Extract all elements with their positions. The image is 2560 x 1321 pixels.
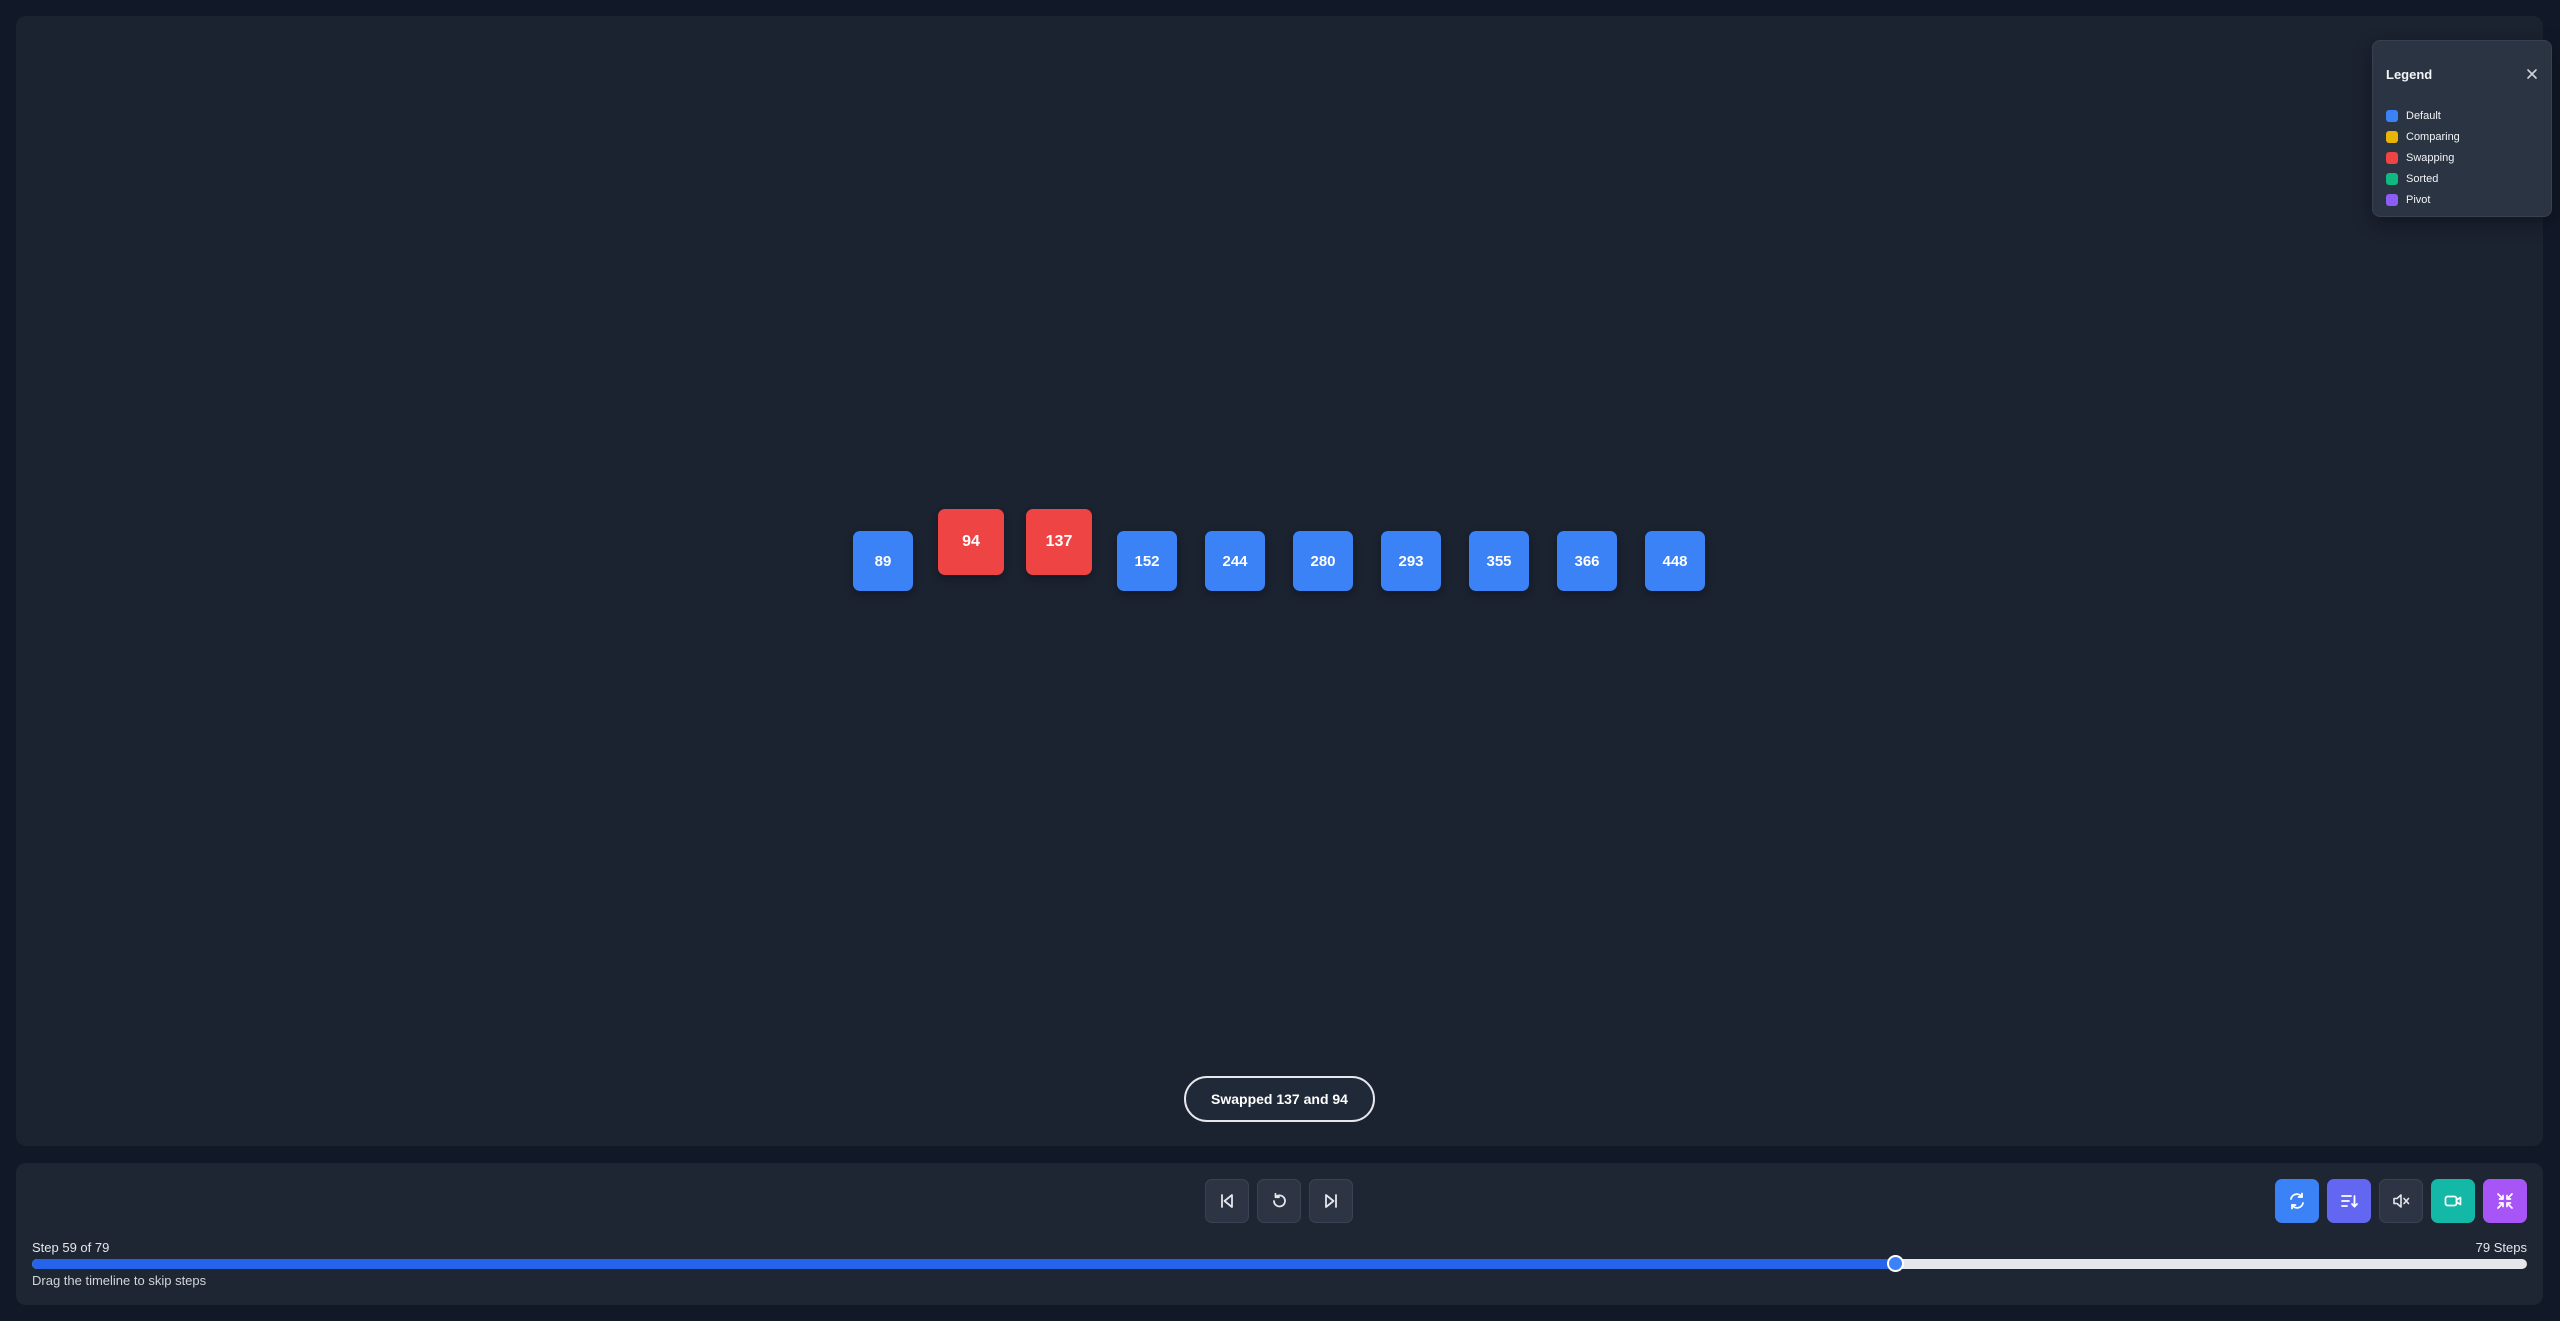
legend-list: Default Comparing Swapping Sorted Pivot: [2386, 105, 2460, 210]
legend-swatch-comparing: [2386, 130, 2398, 143]
skip-forward-icon: [1325, 1194, 1337, 1208]
control-bar: Step 59 of 79 79 Steps Drag the timeline…: [16, 1163, 2543, 1305]
timeline-hint: Drag the timeline to skip steps: [32, 1273, 207, 1288]
array-cell-swapping: 94: [938, 509, 1004, 575]
mute-button[interactable]: [2379, 1179, 2423, 1223]
legend-close-button[interactable]: [2521, 63, 2543, 85]
total-steps: 79 Steps: [2475, 1240, 2527, 1255]
legend-item-swapping: Swapping: [2386, 147, 2460, 168]
array-cell: 366: [1557, 531, 1617, 591]
legend-label: Pivot: [2406, 193, 2431, 206]
array-cell: 152: [1117, 531, 1177, 591]
step-counter: Step 59 of 79: [32, 1240, 110, 1255]
legend-label: Sorted: [2406, 172, 2439, 185]
video-camera-icon: [2444, 1195, 2462, 1207]
legend-label: Swapping: [2406, 151, 2455, 164]
array-cell-swapping: 137: [1026, 509, 1092, 575]
legend-item-sorted: Sorted: [2386, 168, 2460, 189]
exit-fullscreen-button[interactable]: [2483, 1179, 2527, 1223]
legend-item-comparing: Comparing: [2386, 126, 2460, 147]
array-cell: 448: [1645, 531, 1705, 591]
status-message: Swapped 137 and 94: [1184, 1076, 1375, 1122]
record-button[interactable]: [2431, 1179, 2475, 1223]
array-cell: 89: [853, 531, 913, 591]
refresh-icon: [2290, 1192, 2304, 1210]
timeline-progress: [32, 1259, 1895, 1269]
close-icon: [2527, 69, 2537, 79]
legend-swatch-sorted: [2386, 172, 2398, 185]
legend-label: Default: [2406, 109, 2441, 122]
volume-mute-icon: [2393, 1194, 2410, 1208]
sort-list-icon: [2341, 1195, 2358, 1208]
timeline-thumb[interactable]: [1887, 1255, 1904, 1272]
step-forward-button[interactable]: [1309, 1179, 1353, 1223]
array-cell: 280: [1293, 531, 1353, 591]
timeline-slider[interactable]: [32, 1255, 2527, 1272]
shuffle-button[interactable]: [2275, 1179, 2319, 1223]
sort-button[interactable]: [2327, 1179, 2371, 1223]
legend-swatch-pivot: [2386, 193, 2398, 206]
reset-button[interactable]: [1257, 1179, 1301, 1223]
legend-title: Legend: [2386, 67, 2433, 82]
step-back-button[interactable]: [1205, 1179, 1249, 1223]
legend-item-pivot: Pivot: [2386, 189, 2460, 210]
legend-label: Comparing: [2406, 130, 2460, 143]
visualization-stage: Legend Default Comparing Swapping Sorted: [16, 16, 2552, 1146]
array-cell: 355: [1469, 531, 1529, 591]
minimize-icon: [2497, 1193, 2513, 1209]
legend-swatch-default: [2386, 109, 2398, 122]
legend-panel: Legend Default Comparing Swapping Sorted: [2372, 40, 2552, 217]
rotate-ccw-icon: [1273, 1192, 1286, 1208]
array-cell: 244: [1205, 531, 1265, 591]
array-cell: 293: [1381, 531, 1441, 591]
legend-swatch-swapping: [2386, 151, 2398, 164]
skip-back-icon: [1221, 1194, 1233, 1208]
legend-item-default: Default: [2386, 105, 2460, 126]
